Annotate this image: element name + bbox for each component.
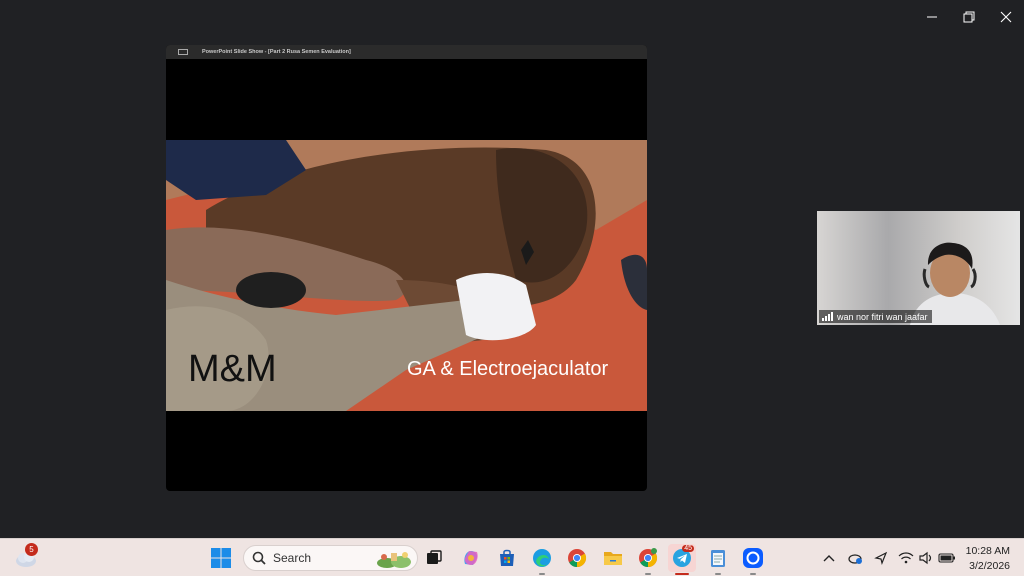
close-icon <box>1000 11 1011 23</box>
store-button[interactable] <box>493 544 521 572</box>
notepad-button[interactable] <box>704 544 732 575</box>
clock-date: 3/2/2026 <box>969 560 1010 572</box>
task-view-button[interactable] <box>420 544 448 572</box>
minimize-button[interactable] <box>913 0 950 34</box>
zoom-running-indicator <box>750 573 756 575</box>
show-hidden-icons-button[interactable] <box>820 549 838 567</box>
telegram-running-indicator <box>675 573 689 575</box>
minimize-icon <box>926 16 937 18</box>
restore-button[interactable] <box>950 0 987 34</box>
shared-window-title: PowerPoint Slide Show - [Part 2 Rusa Sem… <box>202 49 351 55</box>
shared-screen: PowerPoint Slide Show - [Part 2 Rusa Sem… <box>166 45 647 491</box>
chrome-button[interactable] <box>563 544 591 572</box>
volume-tray-button[interactable] <box>917 549 935 567</box>
edge-button[interactable] <box>528 544 556 575</box>
onedrive-tray-button[interactable] <box>846 549 864 567</box>
chevron-up-icon <box>823 555 835 562</box>
zoom-button[interactable] <box>739 544 767 575</box>
weather-badge: 5 <box>25 543 38 556</box>
taskbar-search[interactable]: Search <box>243 545 418 571</box>
participant-name-bar: wan nor fitri wan jaafar <box>819 310 932 323</box>
wifi-icon <box>898 552 914 564</box>
edge-running-indicator <box>539 573 545 575</box>
telegram-badge: 45 <box>682 545 694 552</box>
chrome-profile-running-indicator <box>645 573 651 575</box>
clock-time: 10:28 AM <box>965 545 1010 557</box>
copilot-icon <box>464 551 478 565</box>
windows-icon <box>211 548 231 568</box>
speaker-icon <box>919 551 932 565</box>
battery-icon <box>938 553 955 563</box>
notepad-icon <box>711 550 725 567</box>
copilot-button[interactable] <box>457 544 485 572</box>
task-view-icon <box>427 550 442 564</box>
search-placeholder: Search <box>273 551 312 565</box>
wifi-tray-button[interactable] <box>897 549 915 567</box>
chrome-profile-button[interactable] <box>634 544 662 575</box>
taskbar-clock[interactable]: 10:28 AM 3/2/2026 <box>966 544 1010 574</box>
shared-window-titlebar: PowerPoint Slide Show - [Part 2 Rusa Sem… <box>166 45 647 59</box>
file-explorer-button[interactable] <box>599 544 627 572</box>
location-arrow-icon <box>874 551 888 565</box>
connection-signal-icon <box>822 312 833 321</box>
presentation-slide: M&M GA & Electroejaculator <box>166 140 647 411</box>
close-button[interactable] <box>987 0 1024 34</box>
telegram-button[interactable]: 45 <box>668 544 696 575</box>
slide-subtitle: GA & Electroejaculator <box>407 358 609 380</box>
cloud-status-icon <box>848 554 862 564</box>
location-tray-button[interactable] <box>872 549 890 567</box>
store-icon <box>500 549 514 566</box>
edge-icon <box>533 549 551 567</box>
notepad-running-indicator <box>715 573 721 575</box>
folder-icon <box>604 552 622 565</box>
slide-title: M&M <box>188 348 277 390</box>
participant-video[interactable]: wan nor fitri wan jaafar <box>817 211 1020 325</box>
search-icon <box>252 551 266 565</box>
participant-name: wan nor fitri wan jaafar <box>837 311 928 322</box>
zoom-icon <box>743 548 763 568</box>
slideshow-icon <box>178 49 188 55</box>
window-controls <box>913 0 1024 34</box>
battery-tray-button[interactable] <box>938 549 956 567</box>
restore-icon <box>963 11 974 23</box>
start-button[interactable] <box>211 548 231 568</box>
chrome-icon <box>568 549 587 567</box>
search-highlight-icon <box>377 552 411 568</box>
taskbar: 5 Search 45 10:28 AM 3/2/2026 <box>0 538 1024 576</box>
chrome-profile-icon <box>639 548 658 567</box>
